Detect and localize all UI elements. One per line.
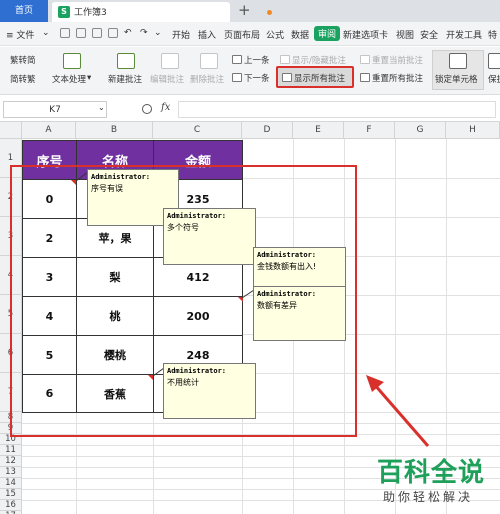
edit-comment-icon xyxy=(161,53,179,69)
menu-file[interactable]: ≡ 文件 xyxy=(6,28,34,41)
reset-all-label: 重置所有批注 xyxy=(372,74,424,84)
reset-all-button[interactable]: 重置所有批注 xyxy=(360,72,423,84)
simp-to-trad-button[interactable]: 简转繁 xyxy=(10,73,36,85)
col-header-f[interactable]: F xyxy=(344,122,395,139)
col-header-g[interactable]: G xyxy=(395,122,446,139)
next-icon xyxy=(232,73,242,82)
edit-comment-button[interactable]: 编辑批注 xyxy=(150,73,184,85)
name-box[interactable]: K7 xyxy=(3,101,107,118)
annotation-arrow-icon xyxy=(366,375,430,447)
name-box-dropdown-icon[interactable]: ⌄ xyxy=(98,103,105,112)
trad-to-simp-button[interactable]: 繁转简 xyxy=(10,54,36,66)
print-icon[interactable] xyxy=(92,28,102,38)
new-tab-button[interactable]: + xyxy=(238,1,251,19)
col-header-a[interactable]: A xyxy=(22,122,76,139)
reset-current-label: 重置当前批注 xyxy=(372,56,424,66)
row-header-13[interactable]: 13 xyxy=(0,467,22,478)
col-header-e[interactable]: E xyxy=(293,122,344,139)
select-all-corner[interactable] xyxy=(0,122,22,139)
formula-bar: K7 ⌄ fx xyxy=(0,98,500,122)
menu-developer[interactable]: 开发工具 xyxy=(446,28,482,41)
fx-icon[interactable]: fx xyxy=(161,102,170,113)
menu-more[interactable]: 特 xyxy=(488,28,497,41)
watermark-subtitle: 助你轻松解决 xyxy=(383,490,474,504)
reset-current-button[interactable]: 重置当前批注 xyxy=(360,54,423,66)
lock-icon xyxy=(449,53,467,69)
new-comment-button[interactable]: 新建批注 xyxy=(108,73,142,85)
tab-bar: 首页 S 工作簿3 + xyxy=(0,0,500,22)
menu-page-layout[interactable]: 页面布局 xyxy=(224,28,260,41)
new-comment-icon xyxy=(117,53,135,69)
watermark-title: 百科全说 xyxy=(377,458,486,488)
text-process-dropdown-icon[interactable]: ▾ xyxy=(87,73,91,83)
prev-comment-button[interactable]: 上一条 xyxy=(232,54,270,66)
menu-data[interactable]: 数据 xyxy=(291,28,309,41)
next-comment-button[interactable]: 下一条 xyxy=(232,72,270,84)
spreadsheet-icon: S xyxy=(58,6,70,18)
menu-formulas[interactable]: 公式 xyxy=(266,28,284,41)
protect-icon xyxy=(488,53,500,69)
delete-comment-icon xyxy=(200,53,218,69)
col-header-d[interactable]: D xyxy=(242,122,293,139)
show-hide-icon xyxy=(280,55,290,64)
row-header-16[interactable]: 16 xyxy=(0,500,22,511)
row-header-12[interactable]: 12 xyxy=(0,456,22,467)
highlight-frame xyxy=(276,66,354,88)
lock-cell-label: 锁定单元格 xyxy=(435,75,478,85)
reset-current-icon xyxy=(360,55,370,64)
menu-review[interactable]: 审阅 xyxy=(314,26,341,41)
row-header-14[interactable]: 14 xyxy=(0,478,22,489)
menu-insert[interactable]: 插入 xyxy=(198,28,216,41)
menu-bar: ≡ 文件 ⌄ ↶ ↷ ⌄ 开始 插入 页面布局 公式 数据 审阅 新建选项卡 视… xyxy=(0,22,500,46)
prev-comment-label: 上一条 xyxy=(244,56,270,66)
protect-button[interactable]: 保护 xyxy=(488,73,500,85)
show-hide-comment-button[interactable]: 显示/隐藏批注 xyxy=(280,54,346,66)
row-header-15[interactable]: 15 xyxy=(0,489,22,500)
prev-icon xyxy=(232,55,242,64)
menu-view[interactable]: 视图 xyxy=(396,28,414,41)
formula-input[interactable] xyxy=(178,101,496,118)
annotation-rectangle xyxy=(10,165,357,437)
preview-icon[interactable] xyxy=(108,28,118,38)
col-header-b[interactable]: B xyxy=(76,122,153,139)
more-icon[interactable]: ⌄ xyxy=(154,28,162,38)
next-comment-label: 下一条 xyxy=(244,74,270,84)
undo-icon[interactable]: ↶ xyxy=(124,28,132,38)
zoom-icon[interactable] xyxy=(142,104,152,114)
redo-icon[interactable]: ↷ xyxy=(140,28,148,38)
reset-all-icon xyxy=(360,73,370,82)
tab-workbook[interactable]: S 工作簿3 xyxy=(52,2,272,22)
text-process-icon xyxy=(63,53,81,69)
menu-new-tab[interactable]: 新建选项卡 xyxy=(343,28,388,41)
tab-workbook-title: 工作簿3 xyxy=(74,8,107,18)
unsaved-dot-icon xyxy=(267,10,272,15)
chevron-down-icon[interactable]: ⌄ xyxy=(42,28,50,38)
col-header-c[interactable]: C xyxy=(153,122,242,139)
col-header-h[interactable]: H xyxy=(446,122,500,139)
text-process-button[interactable]: 文本处理 xyxy=(52,73,86,85)
show-hide-label: 显示/隐藏批注 xyxy=(292,56,346,66)
menu-home[interactable]: 开始 xyxy=(172,28,190,41)
row-header-11[interactable]: 11 xyxy=(0,445,22,456)
tab-home[interactable]: 首页 xyxy=(0,0,48,22)
export-icon[interactable] xyxy=(76,28,86,38)
delete-comment-button[interactable]: 删除批注 xyxy=(190,73,224,85)
menu-security[interactable]: 安全 xyxy=(420,28,438,41)
save-icon[interactable] xyxy=(60,28,70,38)
